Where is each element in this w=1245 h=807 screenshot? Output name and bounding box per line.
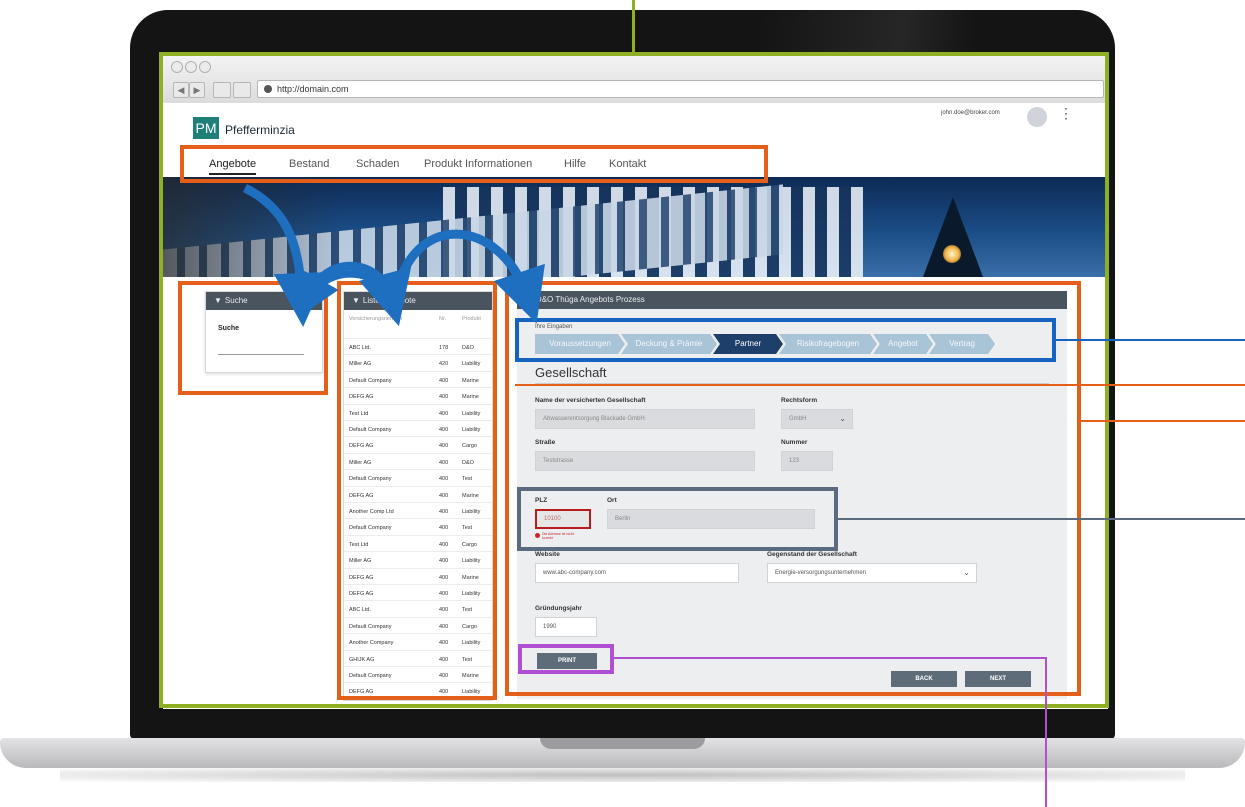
arrow-nav-to-search [242, 183, 328, 327]
arrow-list-to-process [390, 229, 545, 324]
flow-arrows [242, 183, 545, 327]
